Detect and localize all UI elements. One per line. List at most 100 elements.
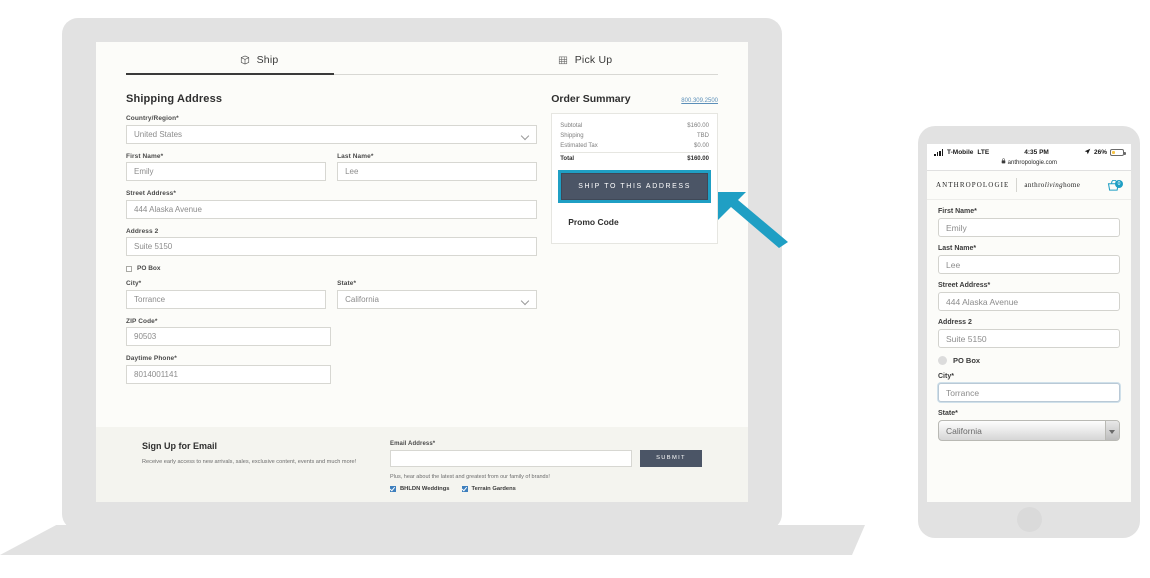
shipping-value: TBD: [697, 133, 709, 139]
po-box-label: PO Box: [137, 265, 161, 272]
brand-checkbox-bhldn[interactable]: BHLDN Weddings: [390, 485, 450, 492]
cart-count-badge: 0: [1115, 180, 1123, 188]
summary-row-subtotal: Subtotal $160.00: [560, 121, 709, 131]
mobile-po-box-label: PO Box: [953, 356, 981, 365]
phone-home-button[interactable]: [1016, 507, 1042, 532]
mobile-checkout-page: T-Mobile LTE 4:35 PM 26% anthropologie.c…: [927, 144, 1131, 502]
battery-percent: 26%: [1093, 149, 1107, 156]
street-address-label: Street Address*: [126, 190, 177, 197]
mobile-shipping-form: First Name* Emily Last Name* Lee Street …: [927, 200, 1131, 441]
street-address-input[interactable]: 444 Alaska Avenue: [126, 199, 538, 219]
email-address-label: Email Address*: [390, 441, 436, 447]
checkbox-checked-icon[interactable]: [390, 485, 396, 492]
email-plus-line: Plus, hear about the latest and greatest…: [390, 473, 550, 480]
ship-button-highlight: SHIP TO THIS ADDRESS: [558, 170, 711, 203]
email-signup-description: Receive early access to new arrivals, sa…: [142, 459, 357, 465]
last-name-input[interactable]: Lee: [337, 162, 538, 181]
desktop-checkout-page: Ship Pick Up Shipping Address Country/Re…: [96, 42, 748, 502]
summary-row-shipping: Shipping TBD: [560, 131, 709, 141]
brand-checkbox-terrain[interactable]: Terrain Gardens: [461, 485, 516, 492]
location-arrow-icon: [1084, 148, 1091, 157]
tax-label: Estimated Tax: [560, 143, 598, 149]
cart-icon[interactable]: 0: [1107, 179, 1123, 191]
mobile-first-name-input[interactable]: Emily: [938, 218, 1120, 237]
mobile-first-name-label: First Name*: [938, 208, 977, 215]
summary-row-tax: Estimated Tax $0.00: [560, 141, 709, 151]
mobile-url-bar[interactable]: anthropologie.com: [927, 157, 1131, 171]
url-text: anthropologie.com: [1007, 160, 1058, 166]
mobile-site-header: ANTHROPOLOGIE anthrolivinghome 0: [927, 171, 1131, 200]
total-label: Total: [560, 156, 575, 162]
phone-mockup: T-Mobile LTE 4:35 PM 26% anthropologie.c…: [918, 126, 1140, 538]
tab-pickup-label: Pick Up: [574, 54, 613, 66]
state-label: State*: [337, 280, 357, 287]
mobile-state-label: State*: [938, 410, 958, 417]
summary-row-total: Total $160.00: [560, 152, 709, 164]
total-value: $160.00: [687, 156, 709, 162]
order-summary-card: Subtotal $160.00 Shipping TBD Estimated …: [551, 113, 718, 244]
address2-input[interactable]: Suite 5150: [126, 237, 538, 256]
carrier-label: T-Mobile: [947, 149, 974, 156]
first-name-input[interactable]: Emily: [126, 162, 327, 181]
lock-icon: [1001, 158, 1008, 166]
first-name-label: First Name*: [126, 152, 164, 160]
brand-logo-anthropologie[interactable]: ANTHROPOLOGIE: [936, 181, 1009, 189]
header-divider: [1016, 178, 1018, 192]
po-box-row[interactable]: PO Box: [126, 265, 537, 272]
last-name-label: Last Name*: [337, 152, 374, 160]
state-select[interactable]: California: [337, 289, 538, 309]
brand-checkbox-group: BHLDN Weddings Terrain Gardens: [390, 485, 702, 492]
ship-to-this-address-button[interactable]: SHIP TO THIS ADDRESS: [561, 173, 708, 200]
city-input[interactable]: Torrance: [126, 289, 327, 309]
annotation-arrow: [718, 192, 788, 248]
zip-code-input[interactable]: 90503: [126, 327, 331, 346]
order-summary-panel: Order Summary 800.309.2500 Subtotal $160…: [537, 93, 718, 393]
mobile-address2-label: Address 2: [938, 319, 972, 326]
tax-value: $0.00: [693, 143, 709, 149]
subtotal-label: Subtotal: [560, 123, 583, 129]
email-address-input[interactable]: [390, 449, 632, 467]
shipping-label: Shipping: [560, 133, 584, 139]
shipping-address-title: Shipping Address: [126, 93, 223, 105]
mobile-city-input[interactable]: Torrance: [938, 383, 1120, 402]
status-time: 4:35 PM: [1024, 149, 1049, 156]
mobile-address2-input[interactable]: Suite 5150: [938, 329, 1120, 348]
city-label: City*: [126, 280, 142, 287]
tabs-active-indicator: [126, 73, 334, 75]
delivery-method-tabs: Ship Pick Up: [96, 42, 748, 75]
shipping-address-form: Shipping Address Country/Region* United …: [126, 93, 538, 393]
mobile-last-name-label: Last Name*: [938, 245, 977, 252]
po-box-checkbox[interactable]: [126, 265, 132, 272]
order-summary-title: Order Summary: [551, 93, 631, 105]
checkbox-checked-icon[interactable]: [461, 485, 468, 492]
mobile-city-label: City*: [938, 373, 954, 380]
brand-logo-anthro-living-home[interactable]: anthrolivinghome: [1024, 181, 1080, 189]
store-icon: [558, 55, 568, 65]
battery-icon: [1110, 149, 1126, 156]
mobile-po-box-checkbox[interactable]: [938, 356, 947, 365]
email-submit-button[interactable]: SUBMIT: [640, 449, 702, 467]
customer-service-phone-link[interactable]: 800.309.2500: [681, 98, 718, 104]
mobile-street-address-input[interactable]: 444 Alaska Avenue: [938, 292, 1120, 311]
mobile-status-bar: T-Mobile LTE 4:35 PM 26%: [927, 144, 1131, 157]
daytime-phone-label: Daytime Phone*: [126, 355, 177, 362]
mobile-state-select[interactable]: California: [938, 420, 1120, 441]
signal-bars-icon: [934, 149, 943, 156]
email-signup-section: Sign Up for Email Receive early access t…: [96, 427, 748, 502]
promo-code-toggle[interactable]: Promo Code: [560, 203, 709, 243]
subtotal-value: $160.00: [687, 123, 709, 129]
brand-label-bhldn: BHLDN Weddings: [400, 485, 450, 492]
address2-label: Address 2: [126, 227, 159, 235]
mobile-last-name-input[interactable]: Lee: [938, 255, 1120, 274]
box-icon: [240, 55, 250, 65]
daytime-phone-input[interactable]: 8014001141: [126, 364, 331, 384]
tab-ship[interactable]: Ship: [96, 48, 422, 75]
brand-label-terrain: Terrain Gardens: [471, 485, 516, 492]
country-select[interactable]: United States: [126, 124, 538, 144]
country-label: Country/Region*: [126, 115, 179, 122]
tab-pickup[interactable]: Pick Up: [422, 48, 748, 75]
zip-code-label: ZIP Code*: [126, 317, 158, 325]
mobile-street-address-label: Street Address*: [938, 282, 991, 289]
laptop-mockup: Ship Pick Up Shipping Address Country/Re…: [0, 0, 880, 578]
mobile-po-box-row[interactable]: PO Box: [938, 356, 1120, 365]
